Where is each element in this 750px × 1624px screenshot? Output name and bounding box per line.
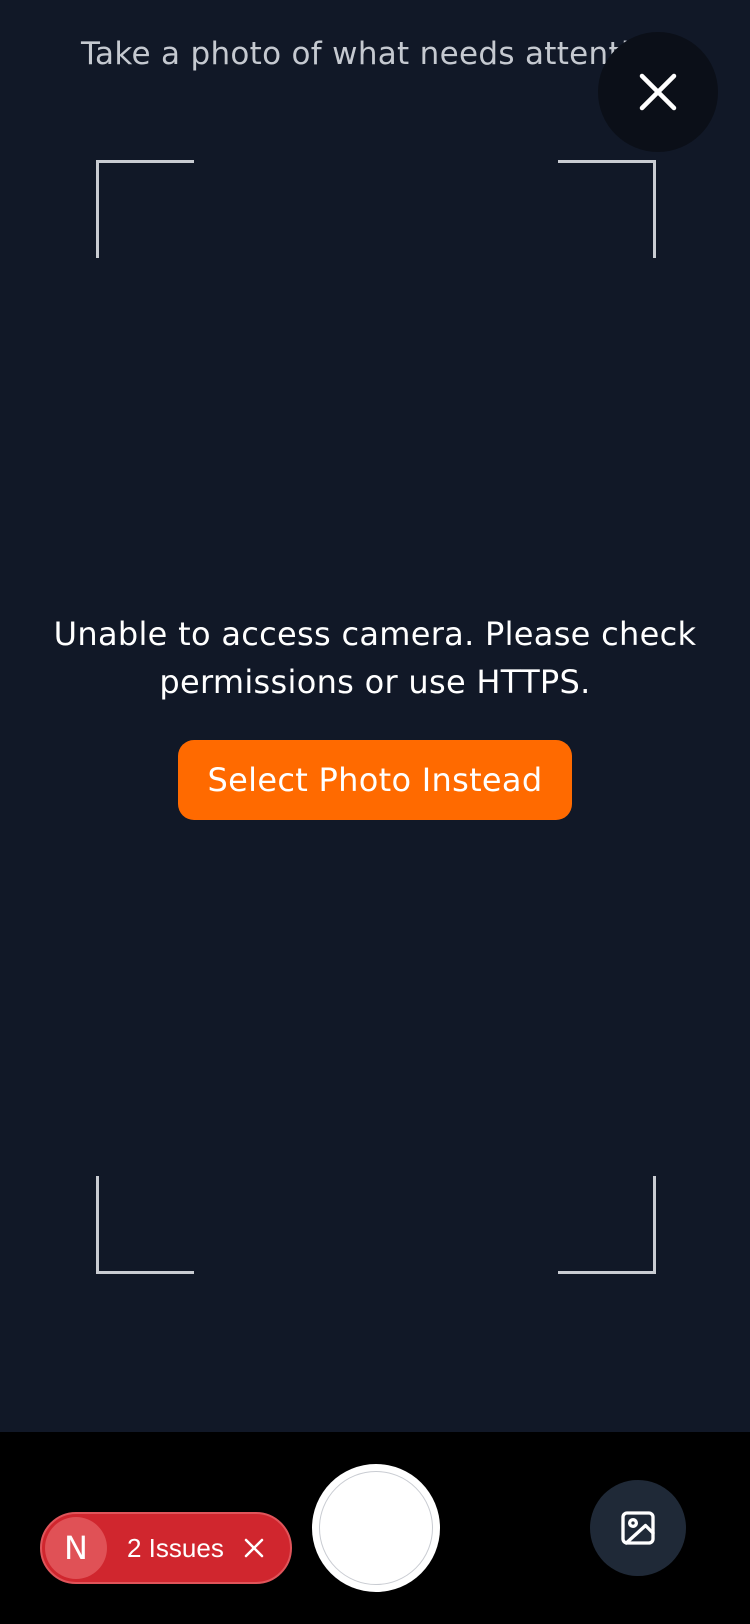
shutter-button[interactable] bbox=[312, 1464, 440, 1592]
camera-screen: Take a photo of what needs attention Una… bbox=[0, 0, 750, 1624]
issues-badge[interactable]: N 2 Issues bbox=[40, 1512, 292, 1584]
viewfinder-corner-bottom-right bbox=[558, 1176, 656, 1274]
viewfinder-corner-top-left bbox=[96, 160, 194, 258]
select-photo-button[interactable]: Select Photo Instead bbox=[178, 740, 572, 820]
close-button[interactable] bbox=[598, 32, 718, 152]
viewfinder-corner-bottom-left bbox=[96, 1176, 194, 1274]
viewfinder-corner-top-right bbox=[558, 160, 656, 258]
close-icon bbox=[639, 73, 677, 111]
gallery-button[interactable] bbox=[590, 1480, 686, 1576]
issues-count-label: 2 Issues bbox=[127, 1532, 224, 1563]
shutter-ring bbox=[319, 1471, 433, 1585]
close-icon[interactable] bbox=[242, 1536, 266, 1560]
image-icon bbox=[621, 1511, 655, 1545]
issues-avatar: N bbox=[45, 1517, 107, 1579]
camera-error-message: Unable to access camera. Please check pe… bbox=[53, 615, 697, 701]
